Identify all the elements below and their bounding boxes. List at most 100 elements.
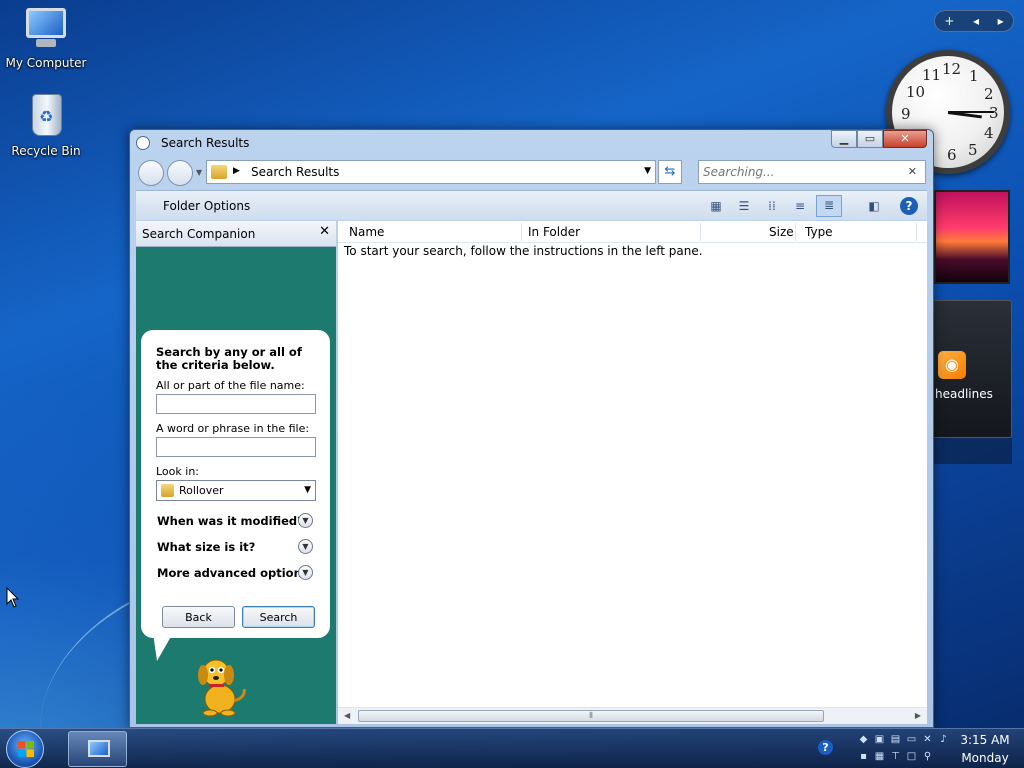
slideshow-gadget[interactable] xyxy=(934,190,1010,284)
add-gadget-button[interactable]: + xyxy=(944,14,954,28)
clock-minute-hand xyxy=(948,111,994,113)
back-nav-button[interactable] xyxy=(138,160,164,186)
thumbnails-view-icon[interactable]: ▦ xyxy=(707,197,725,215)
scroll-right-icon[interactable]: ▶ xyxy=(915,711,921,720)
title-bar[interactable]: Search Results ▁ ▭ ✕ xyxy=(130,130,933,156)
clock-numeral: 5 xyxy=(968,141,978,159)
refresh-button[interactable]: ⇆ xyxy=(658,160,682,184)
next-page-button[interactable]: ▸ xyxy=(998,14,1004,28)
scrollbar-thumb[interactable]: ⦀ xyxy=(358,710,824,722)
search-dog-icon[interactable] xyxy=(184,649,254,719)
address-path: Search Results xyxy=(251,165,340,179)
recycle-bin-icon xyxy=(22,94,70,140)
address-dropdown-icon[interactable]: ▼ xyxy=(644,166,651,176)
column-divider[interactable] xyxy=(521,223,522,241)
desktop-icon-recycle-bin[interactable]: Recycle Bin xyxy=(1,94,91,158)
clock-numeral: 12 xyxy=(942,60,962,78)
column-name[interactable]: Name xyxy=(349,225,384,239)
clock-numeral: 1 xyxy=(969,67,979,85)
security-tray-icon[interactable]: ✕ xyxy=(920,732,935,748)
phrase-label: A word or phrase in the file: xyxy=(156,422,310,435)
forward-nav-button[interactable] xyxy=(167,160,193,186)
network-tray-icon[interactable]: ▣ xyxy=(872,732,887,748)
scroll-left-icon[interactable]: ◀ xyxy=(344,711,350,720)
expander-label: More advanced options xyxy=(157,566,309,580)
clock-numeral: 3 xyxy=(989,104,999,122)
window-tray-icon[interactable]: □ xyxy=(904,749,919,765)
folder-icon xyxy=(211,165,227,179)
phrase-input[interactable] xyxy=(156,437,316,457)
expander-label: When was it modified? xyxy=(157,514,304,528)
help-icon[interactable]: ? xyxy=(900,197,918,215)
file-name-label: All or part of the file name: xyxy=(156,379,305,392)
expand-chevron-icon: ▼ xyxy=(298,513,313,528)
column-divider[interactable] xyxy=(916,223,917,241)
feed-headlines-gadget[interactable]: ◉ headlines xyxy=(932,300,1012,438)
computer-icon xyxy=(88,740,110,757)
recent-pages-dropdown-icon[interactable]: ▼ xyxy=(196,168,202,177)
keyboard-tray-icon[interactable]: ▦ xyxy=(872,749,887,765)
search-results-window: Search Results ▁ ▭ ✕ ▼ ▶ Search Results … xyxy=(129,129,934,728)
window-content: Search Companion ✕ Search by any or all … xyxy=(136,221,927,724)
window-controls: ▁ ▭ ✕ xyxy=(831,130,927,148)
search-input[interactable] xyxy=(703,164,899,180)
icons-view-icon[interactable]: ⁞⁞ xyxy=(763,197,781,215)
column-in-folder[interactable]: In Folder xyxy=(528,225,580,239)
minimize-button[interactable]: ▁ xyxy=(831,130,857,148)
maximize-button[interactable]: ▭ xyxy=(857,130,883,148)
expander-label: What size is it? xyxy=(157,540,256,554)
back-button[interactable]: Back xyxy=(162,606,235,628)
column-size[interactable]: Size xyxy=(769,225,794,239)
folder-icon xyxy=(161,484,174,497)
search-tray-icon[interactable]: ⚲ xyxy=(920,749,935,765)
desktop-icon-label: My Computer xyxy=(5,56,87,70)
display-tray-icon[interactable]: ▤ xyxy=(888,732,903,748)
start-button[interactable] xyxy=(6,730,44,768)
folder-options-button[interactable]: Folder Options xyxy=(163,199,250,213)
desktop-icon-my-computer[interactable]: My Computer xyxy=(1,6,91,70)
connection-tray-icon[interactable]: ▪ xyxy=(856,749,871,765)
advanced-options-expander[interactable]: More advanced options ▼ xyxy=(157,564,317,582)
clock-numeral: 6 xyxy=(947,146,957,164)
look-in-select[interactable]: Rollover ▼ xyxy=(156,480,316,501)
feed-headlines-label: headlines xyxy=(935,387,993,401)
search-companion-title: Search Companion xyxy=(142,227,256,241)
language-tray-icon[interactable]: ⊤ xyxy=(888,749,903,765)
flag-tray-icon[interactable]: ◆ xyxy=(856,732,871,748)
help-tray-icon[interactable]: ? xyxy=(818,740,833,755)
file-name-input[interactable] xyxy=(156,394,316,414)
expand-chevron-icon: ▼ xyxy=(298,539,313,554)
address-bar[interactable]: ▶ Search Results ▼ xyxy=(206,160,656,184)
clock-numeral: 9 xyxy=(901,105,911,123)
monitor-tray-icon[interactable]: ▭ xyxy=(904,732,919,748)
search-button[interactable]: Search xyxy=(242,606,315,628)
clear-search-icon[interactable]: ✕ xyxy=(908,165,917,178)
details-view-icon[interactable]: ≣ xyxy=(816,195,842,217)
computer-icon xyxy=(22,6,70,52)
tiles-view-icon[interactable]: ☰ xyxy=(735,197,753,215)
file-size-expander[interactable]: What size is it? ▼ xyxy=(157,538,317,556)
volume-tray-icon[interactable]: ♪ xyxy=(936,732,951,748)
close-pane-icon[interactable]: ✕ xyxy=(319,224,330,239)
search-criteria-panel: Search by any or all of the criteria bel… xyxy=(141,330,330,638)
gadget-shadow xyxy=(932,438,1012,464)
taskbar-search-window-button[interactable] xyxy=(68,731,127,767)
previous-page-button[interactable]: ◂ xyxy=(973,14,979,28)
horizontal-scrollbar[interactable]: ◀ ⦀ ▶ xyxy=(338,707,927,724)
look-in-value: Rollover xyxy=(179,484,224,497)
column-divider[interactable] xyxy=(700,223,701,241)
clock-numeral: 2 xyxy=(984,85,994,103)
taskbar: ? ◆ ▣ ▤ ▭ ✕ ♪ ▪ ▦ ⊤ □ ⚲ 3:15 AM Monday xyxy=(0,728,1024,768)
empty-results-message: To start your search, follow the instruc… xyxy=(344,244,703,258)
command-toolbar: Folder Options ▦ ☰ ⁞⁞ ≡ ≣ ◧ ? xyxy=(136,190,927,220)
modified-date-expander[interactable]: When was it modified? ▼ xyxy=(157,512,317,530)
column-type[interactable]: Type xyxy=(805,225,833,239)
chevron-down-icon: ▼ xyxy=(304,485,311,495)
list-view-icon[interactable]: ≡ xyxy=(791,197,809,215)
preview-pane-icon[interactable]: ◧ xyxy=(865,197,883,215)
search-box[interactable]: ✕ xyxy=(698,160,926,184)
close-button[interactable]: ✕ xyxy=(883,130,927,148)
breadcrumb-arrow-icon[interactable]: ▶ xyxy=(233,166,240,176)
column-divider[interactable] xyxy=(795,223,796,241)
taskbar-clock[interactable]: 3:15 AM Monday xyxy=(950,731,1020,767)
